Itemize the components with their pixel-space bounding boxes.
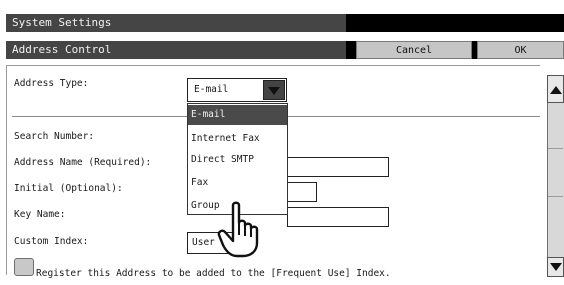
address-name-input[interactable] (287, 157, 389, 177)
dropdown-option-fax[interactable]: Fax (188, 173, 287, 193)
chevron-down-icon[interactable] (263, 80, 285, 100)
cancel-button[interactable]: Cancel (356, 41, 472, 59)
address-type-dropdown: E-mail Internet Fax Direct SMTP Fax Grou… (187, 103, 288, 215)
address-name-label: Address Name (Required): (14, 157, 152, 168)
search-number-label: Search Number: (14, 131, 95, 142)
address-type-label: Address Type: (14, 78, 89, 89)
frequent-use-label: Register this Address to be added to the… (36, 268, 391, 279)
scrollbar-segment-divider (548, 148, 563, 149)
scrollbar-track[interactable] (547, 75, 564, 277)
dropdown-option-internet-fax[interactable]: Internet Fax (188, 129, 287, 149)
initial-label: Initial (Optional): (14, 183, 123, 194)
dropdown-option-direct-smtp[interactable]: Direct SMTP (188, 150, 287, 170)
title-bar-extension (346, 14, 564, 32)
frequent-use-checkbox[interactable] (14, 258, 34, 276)
arrow-down-icon[interactable] (547, 257, 564, 277)
address-control-title: Address Control (6, 41, 346, 59)
system-settings-title: System Settings (6, 14, 346, 32)
initial-input[interactable] (287, 182, 317, 202)
key-name-input[interactable] (287, 207, 389, 227)
custom-index-label: Custom Index: (14, 236, 89, 247)
arrow-up-icon[interactable] (547, 75, 564, 103)
panel-left-border (6, 65, 7, 275)
key-name-label: Key Name: (14, 209, 66, 220)
ok-button[interactable]: OK (477, 41, 564, 59)
panel-top-border (6, 65, 540, 66)
dropdown-option-email[interactable]: E-mail (188, 105, 287, 125)
pointing-hand-icon (217, 201, 259, 258)
scrollbar-segment-divider (548, 196, 563, 197)
